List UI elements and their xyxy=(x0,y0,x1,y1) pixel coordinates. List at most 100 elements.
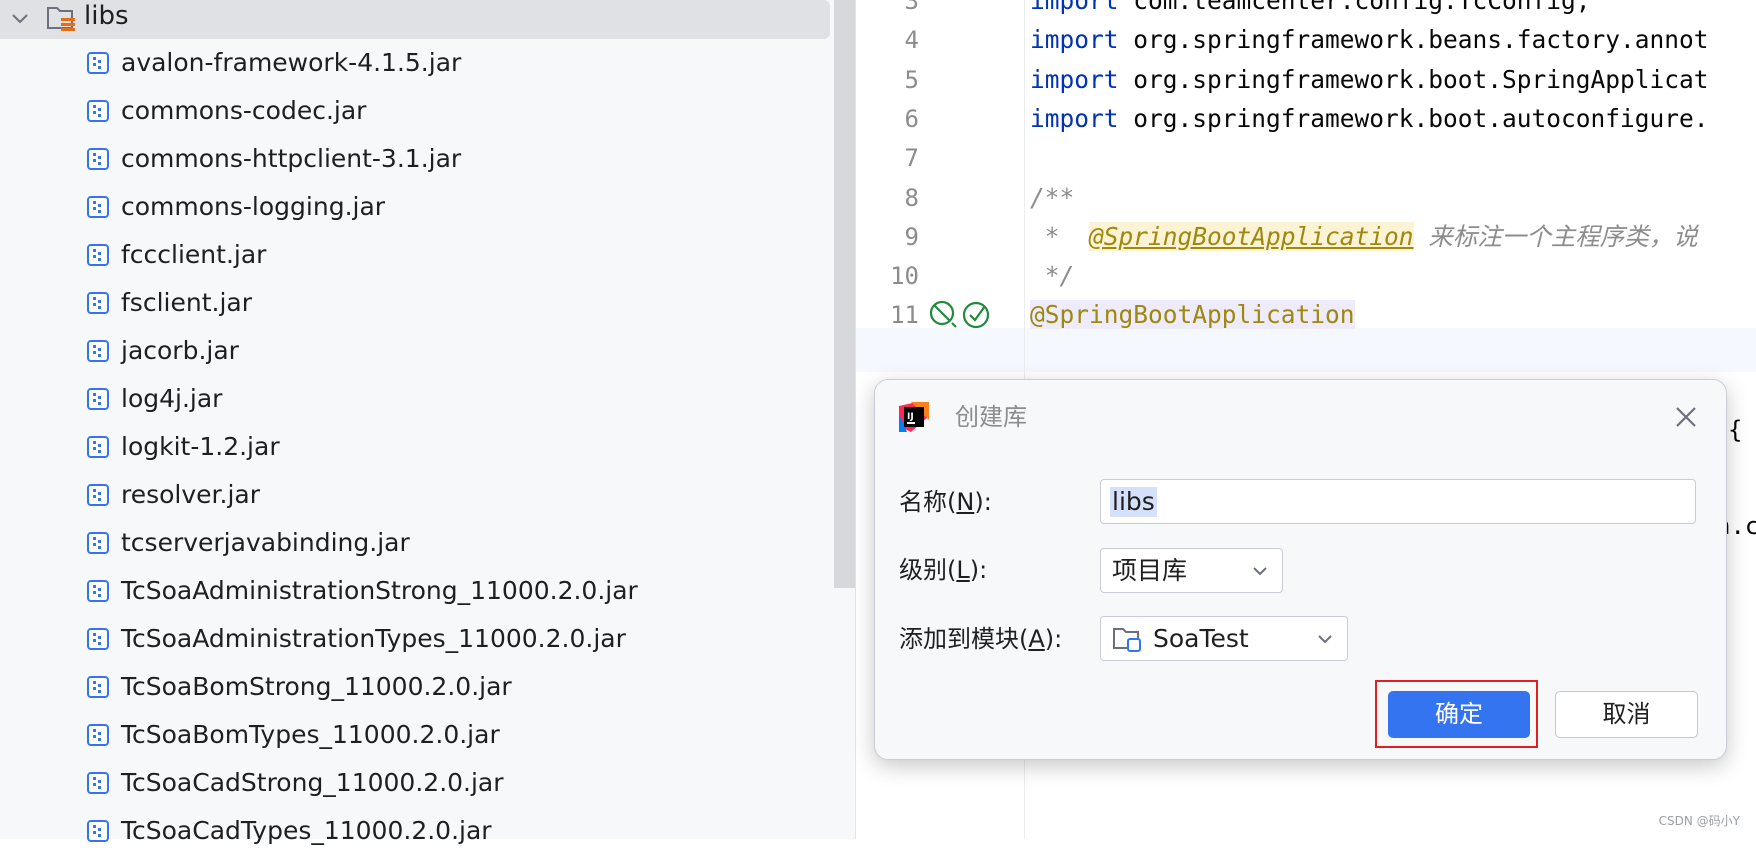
jar-file-icon xyxy=(87,388,109,410)
intellij-logo-icon: IJ xyxy=(899,402,929,432)
jar-file-icon xyxy=(87,100,109,122)
jar-file-icon xyxy=(87,676,109,698)
jar-file-icon xyxy=(87,244,109,266)
code-line[interactable]: 6 import org.springframework.boot.autocon… xyxy=(856,97,1756,141)
tree-item-label: resolver.jar xyxy=(121,480,261,509)
keyword-import: import xyxy=(1030,64,1119,94)
no-beans-icon[interactable] xyxy=(928,299,960,331)
module-value: SoaTest xyxy=(1153,624,1249,653)
jar-file-icon xyxy=(87,628,109,650)
tree-item-jar[interactable]: TcSoaBomStrong_11000.2.0.jar xyxy=(0,663,830,711)
line-number: 11 xyxy=(890,301,919,330)
tree-item-label: TcSoaBomTypes_11000.2.0.jar xyxy=(121,720,500,749)
jar-file-icon xyxy=(87,436,109,458)
code-text: import org.springframework.boot.SpringAp… xyxy=(1030,58,1709,102)
tree-item-jar[interactable]: TcSoaCadStrong_11000.2.0.jar xyxy=(0,759,830,807)
tree-item-jar[interactable]: resolver.jar xyxy=(0,471,830,519)
svg-text:IJ: IJ xyxy=(907,412,914,422)
tree-item-label: fccclient.jar xyxy=(121,240,267,269)
tree-folder-label: libs xyxy=(84,1,129,31)
line-number: 9 xyxy=(904,222,919,251)
level-label: 级别(L): xyxy=(899,556,988,584)
code-line[interactable]: 8 /** xyxy=(856,176,1756,220)
code-line[interactable]: 9 * @SpringBootApplication 来标注一个主程序类，说 xyxy=(856,215,1756,259)
library-name-input[interactable]: libs xyxy=(1100,479,1696,524)
code-text: import org.springframework.boot.autoconf… xyxy=(1030,97,1709,141)
keyword-import: import xyxy=(1030,25,1119,55)
selected-text: libs xyxy=(1110,487,1157,517)
tree-item-jar[interactable]: avalon-framework-4.1.5.jar xyxy=(0,39,830,87)
line-number: 6 xyxy=(904,104,919,133)
tree-item-label: logkit-1.2.jar xyxy=(121,432,280,461)
tree-item-label: jacorb.jar xyxy=(121,336,239,365)
line-number: 7 xyxy=(904,144,919,173)
create-library-dialog: IJ 创建库 名称(N): libs 级别(L): 项目库 添加到模块(A): … xyxy=(874,379,1727,760)
line-number: 10 xyxy=(890,262,919,291)
tree-item-label: avalon-framework-4.1.5.jar xyxy=(121,48,462,77)
level-dropdown[interactable]: 项目库 xyxy=(1100,548,1283,593)
tree-item-jar[interactable]: commons-codec.jar xyxy=(0,87,830,135)
tree-item-jar[interactable]: tcserverjavabinding.jar xyxy=(0,519,830,567)
jar-file-icon xyxy=(87,196,109,218)
jar-file-icon xyxy=(87,292,109,314)
tree-item-jar[interactable]: commons-logging.jar xyxy=(0,183,830,231)
jar-file-icon xyxy=(87,148,109,170)
code-line[interactable]: 11 @SpringBootApplication xyxy=(856,293,1756,337)
tree-item-jar[interactable]: TcSoaAdministrationStrong_11000.2.0.jar xyxy=(0,567,830,615)
import-path: org.springframework.boot.SpringApplicat xyxy=(1118,64,1709,94)
name-label: 名称(N): xyxy=(899,488,992,516)
tree-item-label: TcSoaCadStrong_11000.2.0.jar xyxy=(121,768,504,797)
module-dropdown[interactable]: SoaTest xyxy=(1100,616,1348,661)
code-line[interactable]: 4 import org.springframework.beans.factor… xyxy=(856,18,1756,62)
code-text: @SpringBootApplication xyxy=(1030,293,1355,337)
jar-file-icon xyxy=(87,772,109,794)
tree-item-jar[interactable]: commons-httpclient-3.1.jar xyxy=(0,135,830,183)
import-path: org.springframework.boot.autoconfigure. xyxy=(1118,103,1709,133)
line-number: 5 xyxy=(904,65,919,94)
tree-item-label: TcSoaAdministrationTypes_11000.2.0.jar xyxy=(121,624,626,653)
tree-folder-libs[interactable]: libs xyxy=(0,0,830,39)
tree-item-label: TcSoaBomStrong_11000.2.0.jar xyxy=(121,672,512,701)
close-icon[interactable] xyxy=(1673,404,1699,430)
doc-comment: /** xyxy=(1030,182,1075,212)
import-path: org.springframework.beans.factory.annot xyxy=(1118,25,1709,55)
tree-item-jar[interactable]: log4j.jar xyxy=(0,375,830,423)
level-value: 项目库 xyxy=(1112,556,1188,585)
tree-item-jar[interactable]: logkit-1.2.jar xyxy=(0,423,830,471)
code-line[interactable]: 7 xyxy=(856,136,1756,180)
tree-item-jar[interactable]: TcSoaCadTypes_11000.2.0.jar xyxy=(0,807,830,855)
doc-comment: */ xyxy=(1030,261,1075,291)
tree-item-label: TcSoaAdministrationStrong_11000.2.0.jar xyxy=(121,576,638,605)
code-line[interactable]: 5 import org.springframework.boot.SpringA… xyxy=(856,58,1756,102)
tree-item-jar[interactable]: TcSoaBomTypes_11000.2.0.jar xyxy=(0,711,830,759)
doc-comment-prefix: * xyxy=(1030,221,1090,251)
jar-file-icon xyxy=(87,532,109,554)
code-text: import org.springframework.beans.factory… xyxy=(1030,18,1709,62)
tree-item-label: TcSoaCadTypes_11000.2.0.jar xyxy=(121,816,492,845)
ok-button[interactable]: 确定 xyxy=(1388,691,1530,738)
tree-item-jar[interactable]: jacorb.jar xyxy=(0,327,830,375)
tree-item-label: log4j.jar xyxy=(121,384,223,413)
library-folder-icon xyxy=(47,7,75,31)
jar-file-icon xyxy=(87,340,109,362)
project-tree-panel: libs avalon-framework-4.1.5.jar commons-c… xyxy=(0,0,855,845)
module-folder-icon xyxy=(1113,628,1141,652)
watermark: CSDN @码小Y xyxy=(1658,814,1740,828)
tree-item-jar[interactable]: fsclient.jar xyxy=(0,279,830,327)
chevron-down-icon[interactable] xyxy=(8,6,32,30)
tree-item-jar[interactable]: fccclient.jar xyxy=(0,231,830,279)
jar-file-icon xyxy=(87,724,109,746)
tree-item-label: commons-codec.jar xyxy=(121,96,367,125)
cancel-button[interactable]: 取消 xyxy=(1555,691,1698,738)
keyword-import: import xyxy=(1030,0,1119,15)
tree-item-jar[interactable]: TcSoaAdministrationTypes_11000.2.0.jar xyxy=(0,615,830,663)
code-text: * @SpringBootApplication 来标注一个主程序类，说 xyxy=(1030,215,1698,259)
code-line[interactable]: 10 */ xyxy=(856,254,1756,298)
keyword-import: import xyxy=(1030,103,1119,133)
doc-annotation-reference[interactable]: @SpringBootApplication xyxy=(1089,221,1414,251)
line-number: 8 xyxy=(904,183,919,212)
tree-scrollbar[interactable] xyxy=(834,0,855,588)
annotation-spring-boot-application[interactable]: @SpringBootApplication xyxy=(1030,300,1355,330)
spring-run-icon[interactable] xyxy=(960,299,992,331)
module-label: 添加到模块(A): xyxy=(899,625,1063,653)
